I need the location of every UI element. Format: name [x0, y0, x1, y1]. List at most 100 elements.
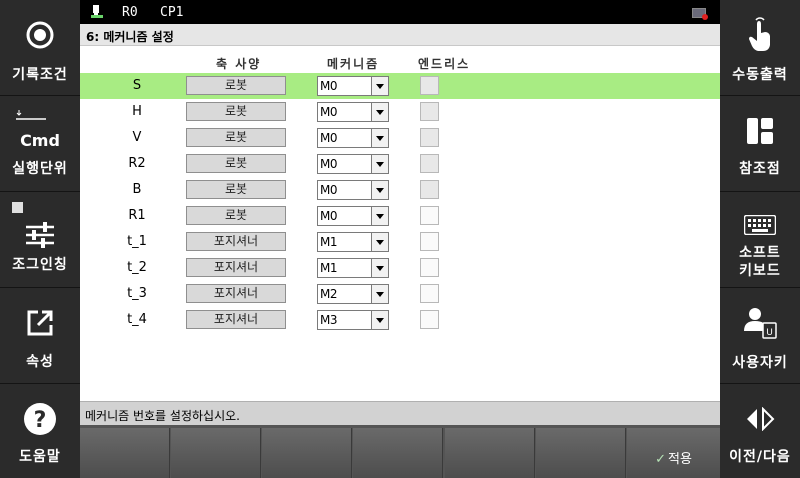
svg-text:?: ? — [34, 408, 47, 433]
table-row[interactable]: t_3 포지셔너 M2 — [80, 281, 720, 307]
chevron-down-icon[interactable] — [371, 103, 388, 121]
chevron-down-icon[interactable] — [371, 181, 388, 199]
axis-name: R1 — [128, 208, 146, 223]
endless-checkbox[interactable] — [420, 284, 439, 303]
chevron-down-icon[interactable] — [371, 129, 388, 147]
chevron-down-icon[interactable] — [371, 155, 388, 173]
chevron-down-icon[interactable] — [371, 259, 388, 277]
apply-button[interactable]: ✓ 적용 — [627, 428, 720, 478]
axis-spec-button[interactable]: 포지셔너 — [186, 310, 286, 329]
apply-button-content: ✓ 적용 — [627, 448, 720, 467]
exec-unit-label: 실행단위 — [12, 161, 68, 177]
prev-next-button[interactable]: 이전/다음 — [720, 384, 800, 478]
endless-checkbox[interactable] — [420, 76, 439, 95]
endless-checkbox[interactable] — [420, 232, 439, 251]
soft-keyboard-label-line2: 키보드 — [739, 263, 781, 279]
axis-spec-button[interactable]: 로봇 — [186, 102, 286, 121]
endless-checkbox[interactable] — [420, 258, 439, 277]
column-header-mechanism: 메커니즘 — [327, 57, 380, 71]
column-header-spec: 축 사양 — [216, 57, 262, 71]
axis-spec-button[interactable]: 포지셔너 — [186, 232, 286, 251]
apply-label: 적용 — [667, 452, 692, 467]
function-key-5[interactable] — [445, 428, 535, 478]
axis-name: B — [132, 182, 142, 197]
axis-name: H — [132, 104, 142, 119]
reference-point-button[interactable]: 참조점 — [720, 96, 800, 192]
chevron-down-icon[interactable] — [371, 285, 388, 303]
step-icon — [0, 108, 80, 122]
axis-spec-button[interactable]: 포지셔너 — [186, 284, 286, 303]
mechanism-value: M0 — [320, 105, 338, 119]
axis-spec-button[interactable]: 포지셔너 — [186, 258, 286, 277]
soft-keyboard-button[interactable]: 소프트 키보드 — [720, 192, 800, 288]
mechanism-value: M0 — [320, 79, 338, 93]
manual-output-label: 수동출력 — [732, 67, 788, 83]
axis-spec-button[interactable]: 로봇 — [186, 128, 286, 147]
mechanism-select[interactable]: M0 — [317, 206, 389, 226]
record-icon — [0, 20, 80, 50]
layout-grid-icon — [720, 116, 800, 146]
mechanism-settings-panel: 축 사양 메커니즘 엔드리스 S 로봇 M0 H 로봇 M0 V 로봇 M0 R2 로봇 M0 B 로봇 M… — [80, 46, 720, 401]
function-key-1[interactable] — [80, 428, 170, 478]
mechanism-value: M0 — [320, 131, 338, 145]
table-row[interactable]: t_2 포지셔너 M1 — [80, 255, 720, 281]
help-button[interactable]: ? 도움말 — [0, 384, 80, 478]
axis-spec-button[interactable]: 로봇 — [186, 206, 286, 225]
function-key-4[interactable] — [353, 428, 443, 478]
help-label: 도움말 — [19, 449, 61, 465]
user-key-button[interactable]: U 사용자키 — [720, 288, 800, 384]
table-row[interactable]: H 로봇 M0 — [80, 99, 720, 125]
function-key-3[interactable] — [262, 428, 352, 478]
endless-checkbox[interactable] — [420, 102, 439, 121]
mechanism-select[interactable]: M0 — [317, 128, 389, 148]
endless-checkbox[interactable] — [420, 128, 439, 147]
mechanism-select[interactable]: M3 — [317, 310, 389, 330]
endless-checkbox[interactable] — [420, 310, 439, 329]
mechanism-value: M0 — [320, 209, 338, 223]
jogging-label: 조그인칭 — [12, 257, 68, 273]
chevron-down-icon[interactable] — [371, 233, 388, 251]
manual-output-button[interactable]: 수동출력 — [720, 0, 800, 96]
table-row[interactable]: t_4 포지셔너 M3 — [80, 307, 720, 333]
axis-spec-button[interactable]: 로봇 — [186, 154, 286, 173]
chevron-down-icon[interactable] — [371, 311, 388, 329]
edit-external-icon — [0, 308, 80, 338]
exec-unit-button[interactable]: Cmd 실행단위 — [0, 96, 80, 192]
mechanism-select[interactable]: M0 — [317, 180, 389, 200]
function-key-bar: ✓ 적용 — [80, 425, 720, 478]
table-row[interactable]: S 로봇 M0 — [80, 73, 720, 99]
function-key-2[interactable] — [171, 428, 261, 478]
soft-keyboard-label-line1: 소프트 — [739, 245, 781, 261]
axis-name: t_3 — [127, 286, 147, 301]
table-row[interactable]: R2 로봇 M0 — [80, 151, 720, 177]
sliders-icon — [0, 220, 80, 250]
chevron-down-icon[interactable] — [371, 207, 388, 225]
table-row[interactable]: t_1 포지셔너 M1 — [80, 229, 720, 255]
mechanism-value: M0 — [320, 183, 338, 197]
mechanism-select[interactable]: M0 — [317, 102, 389, 122]
mechanism-value: M0 — [320, 157, 338, 171]
mechanism-select[interactable]: M2 — [317, 284, 389, 304]
mechanism-select[interactable]: M1 — [317, 232, 389, 252]
axis-spec-button[interactable]: 로봇 — [186, 76, 286, 95]
jogging-button[interactable]: 조그인칭 — [0, 192, 80, 288]
table-row[interactable]: V 로봇 M0 — [80, 125, 720, 151]
mechanism-select[interactable]: M0 — [317, 154, 389, 174]
axis-spec-button[interactable]: 로봇 — [186, 180, 286, 199]
endless-checkbox[interactable] — [420, 180, 439, 199]
check-icon: ✓ — [655, 452, 666, 467]
mechanism-select[interactable]: M0 — [317, 76, 389, 96]
record-condition-button[interactable]: 기록조건 — [0, 0, 80, 96]
property-button[interactable]: 속성 — [0, 288, 80, 384]
function-key-6[interactable] — [536, 428, 626, 478]
cmd-label: Cmd — [20, 131, 60, 150]
mechanism-select[interactable]: M1 — [317, 258, 389, 278]
endless-checkbox[interactable] — [420, 206, 439, 225]
keyboard-icon — [720, 214, 800, 236]
table-row[interactable]: R1 로봇 M0 — [80, 203, 720, 229]
endless-checkbox[interactable] — [420, 154, 439, 173]
chevron-down-icon[interactable] — [371, 77, 388, 95]
table-row[interactable]: B 로봇 M0 — [80, 177, 720, 203]
help-icon: ? — [0, 402, 80, 436]
page-title: 6: 메커니즘 설정 — [86, 30, 174, 44]
